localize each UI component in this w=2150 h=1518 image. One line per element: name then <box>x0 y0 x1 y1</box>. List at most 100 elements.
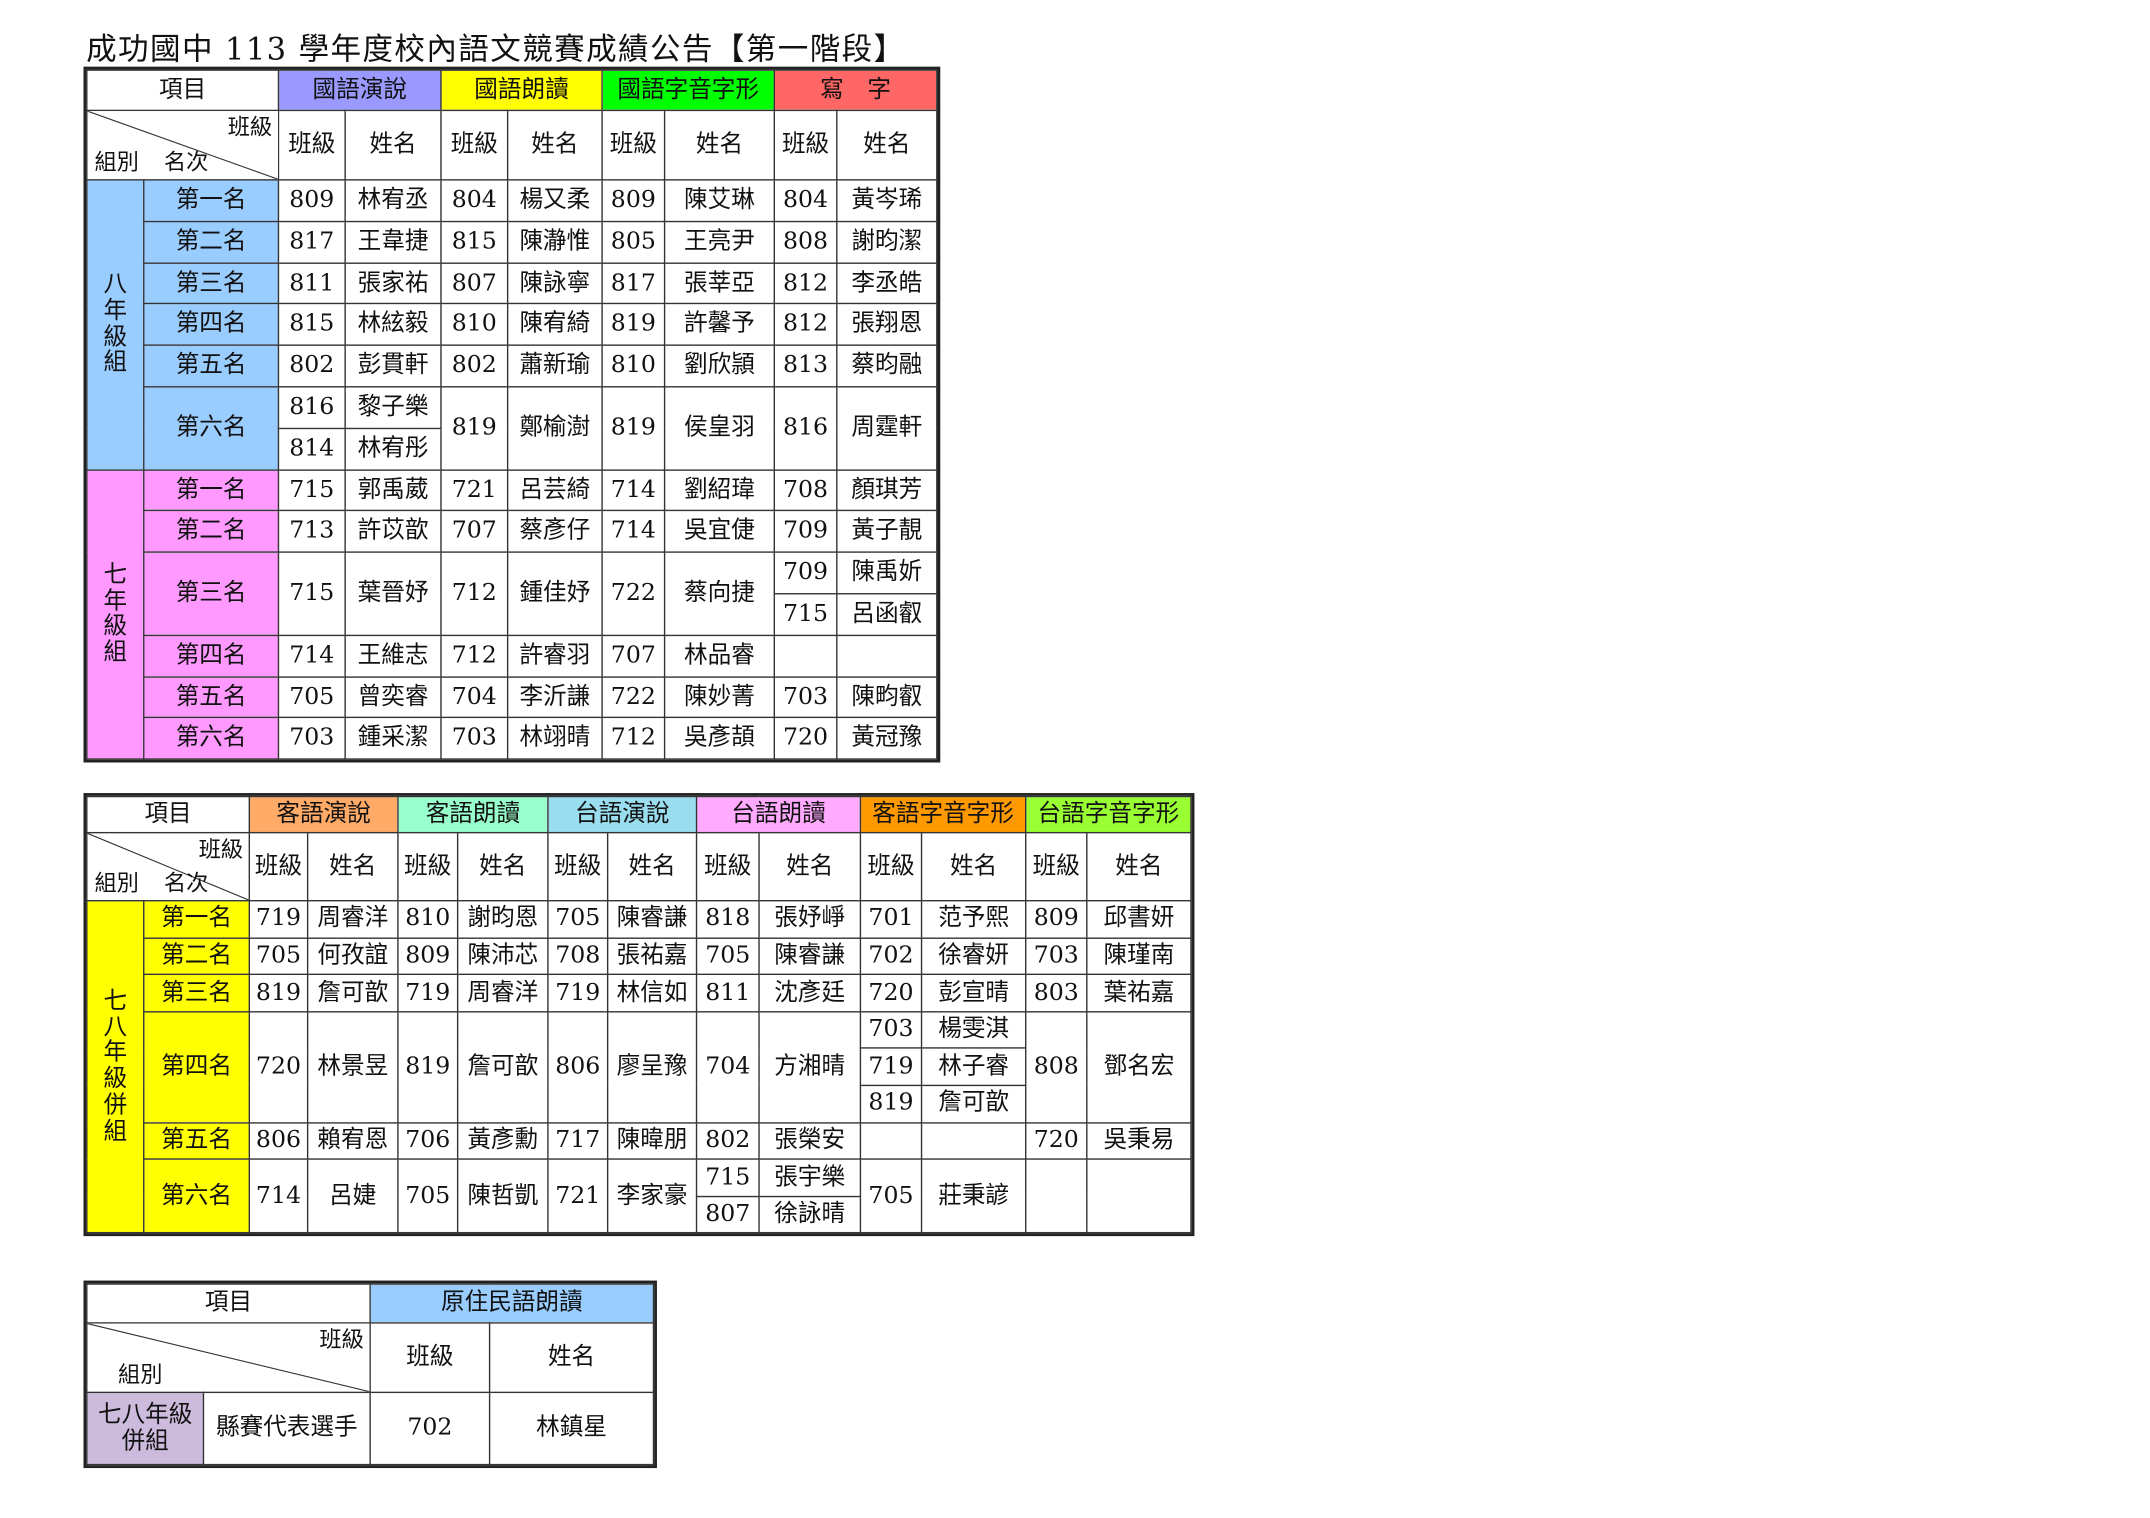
name-cell: 詹可歆 <box>456 1010 549 1124</box>
name-cell: 楊雯淇 <box>920 1010 1027 1050</box>
diagonal-header-cell: 班級 組別 <box>86 1322 371 1394</box>
group-name-char: 組 <box>103 1117 128 1146</box>
name-cell: 張榮安 <box>758 1121 862 1160</box>
group-name-char: 級 <box>103 613 128 641</box>
class-cell: 705 <box>547 900 609 939</box>
class-cell: 819 <box>601 386 666 471</box>
table-row: 第三名 811 張家祐 807 陳詠寧 817 張莘亞 812 李丞皓 <box>87 261 938 305</box>
page-title: 成功國中 113 學年度校內語文競賽成績公告【第一階段】 <box>86 33 906 69</box>
rank-cell: 第一名 <box>143 900 251 939</box>
name-column-header: 姓名 <box>506 109 603 181</box>
rank-label: 名次 <box>163 149 209 176</box>
name-cell: 邱書妍 <box>1086 900 1192 939</box>
class-cell: 722 <box>601 551 666 636</box>
class-column-header: 班級 <box>547 831 609 902</box>
class-cell: 811 <box>695 973 760 1013</box>
class-cell: 715 <box>773 593 838 636</box>
table-row: 第六名 816 黎子樂 819 鄭榆澍 819 侯皇羽 816 周霆軒 <box>87 386 938 471</box>
class-cell: 720 <box>773 717 838 760</box>
class-cell: 714 <box>248 1158 309 1234</box>
class-cell: 817 <box>601 261 666 305</box>
class-cell: 709 <box>773 551 838 595</box>
class-cell: 810 <box>440 303 509 347</box>
class-cell: 803 <box>1025 973 1088 1013</box>
name-cell: 林宥丞 <box>344 179 442 222</box>
name-column-header: 姓名 <box>758 831 862 902</box>
class-column-header: 班級 <box>601 109 666 181</box>
rank-cell: 第五名 <box>143 344 280 388</box>
name-cell: 黃岑琋 <box>836 179 938 222</box>
name-cell: 王維志 <box>344 634 442 678</box>
table-row: 第五名 705 曾奕睿 704 李沂謙 722 陳妙菁 703 陳畇叡 <box>87 675 938 719</box>
table-row: 七年級組第一名 715 郭禹葳 721 呂芸綺 714 劉紹瑋 708 顏琪芳 <box>86 468 938 760</box>
class-cell: 721 <box>547 1158 609 1234</box>
class-cell: 807 <box>440 261 509 305</box>
rank-cell: 第二名 <box>143 220 280 264</box>
name-cell: 陳妙菁 <box>663 675 776 719</box>
name-cell: 徐詠晴 <box>758 1195 862 1234</box>
class-cell: 806 <box>547 1010 609 1124</box>
class-cell: 705 <box>248 936 309 976</box>
rank-cell: 第四名 <box>143 634 280 678</box>
name-cell: 呂芸綺 <box>506 468 603 512</box>
class-column-header: 班級 <box>248 831 309 902</box>
class-cell: 720 <box>859 973 923 1013</box>
table-row: 八年級組第一名 809 林宥丞 804 楊又柔 809 陳艾琳 804 黃岑琋 <box>86 179 938 471</box>
class-cell: 815 <box>277 303 346 347</box>
name-cell: 蔡向捷 <box>663 551 776 636</box>
name-column-header: 姓名 <box>836 109 938 181</box>
class-cell: 705 <box>695 936 760 976</box>
name-cell: 林子睿 <box>920 1047 1027 1087</box>
name-cell: 鄧名宏 <box>1086 1010 1192 1124</box>
group-cell: 七八年級併組 <box>86 900 145 1234</box>
group-name-char: 年 <box>103 297 128 326</box>
class-cell: 804 <box>440 179 509 222</box>
category-header: 台語朗讀 <box>695 795 862 834</box>
name-cell <box>920 1121 1027 1160</box>
class-cell: 802 <box>277 344 346 388</box>
group-label: 組別 <box>94 149 139 176</box>
class-cell: 708 <box>547 936 609 976</box>
group-name-char: 八 <box>103 1013 128 1042</box>
name-cell: 顏琪芳 <box>836 468 938 512</box>
class-cell: 811 <box>277 261 346 305</box>
name-cell: 蔡昀融 <box>836 344 938 388</box>
class-cell: 712 <box>440 634 509 678</box>
class-cell: 703 <box>277 717 346 760</box>
group-name-char: 八 <box>103 271 128 300</box>
class-cell: 715 <box>695 1158 760 1197</box>
name-cell: 林品睿 <box>663 634 776 678</box>
class-cell: 715 <box>277 468 346 512</box>
name-column-header: 姓名 <box>606 831 698 902</box>
project-header: 項目 <box>86 69 280 112</box>
name-cell: 葉祐嘉 <box>1086 973 1192 1013</box>
class-cell: 819 <box>859 1084 923 1124</box>
category-header-indigenous: 原住民語朗讀 <box>369 1283 655 1324</box>
class-cell: 815 <box>440 220 509 264</box>
class-cell: 714 <box>601 510 666 554</box>
category-header: 台語演說 <box>547 795 698 834</box>
name-cell: 林鎮星 <box>488 1391 655 1466</box>
class-cell: 812 <box>773 261 838 305</box>
category-header: 國語字音字形 <box>601 69 776 112</box>
group-label: 組別 <box>118 1361 163 1389</box>
class-column-header: 班級 <box>773 109 838 181</box>
class-cell: 713 <box>277 510 346 554</box>
name-cell: 楊又柔 <box>506 179 603 222</box>
class-cell: 708 <box>773 468 838 512</box>
class-cell: 704 <box>440 675 509 719</box>
class-cell: 804 <box>773 179 838 222</box>
name-cell: 謝昀恩 <box>456 900 549 939</box>
class-column-header: 班級 <box>277 109 346 181</box>
class-cell: 703 <box>440 717 509 760</box>
name-cell: 彭貫軒 <box>344 344 442 388</box>
class-cell: 702 <box>859 936 923 976</box>
class-cell: 715 <box>277 551 346 636</box>
project-header: 項目 <box>86 1283 371 1324</box>
name-column-header: 姓名 <box>306 831 399 902</box>
name-cell: 蔡彥仔 <box>506 510 603 554</box>
class-cell: 819 <box>397 1010 459 1124</box>
class-cell: 719 <box>248 900 309 939</box>
table-row: 七八年級併組第一名 719 周睿洋 810 謝昀恩 705 陳睿謙 818 張妤崢 701 范予熙 8… <box>86 900 1192 1234</box>
class-cell <box>1025 1158 1088 1234</box>
